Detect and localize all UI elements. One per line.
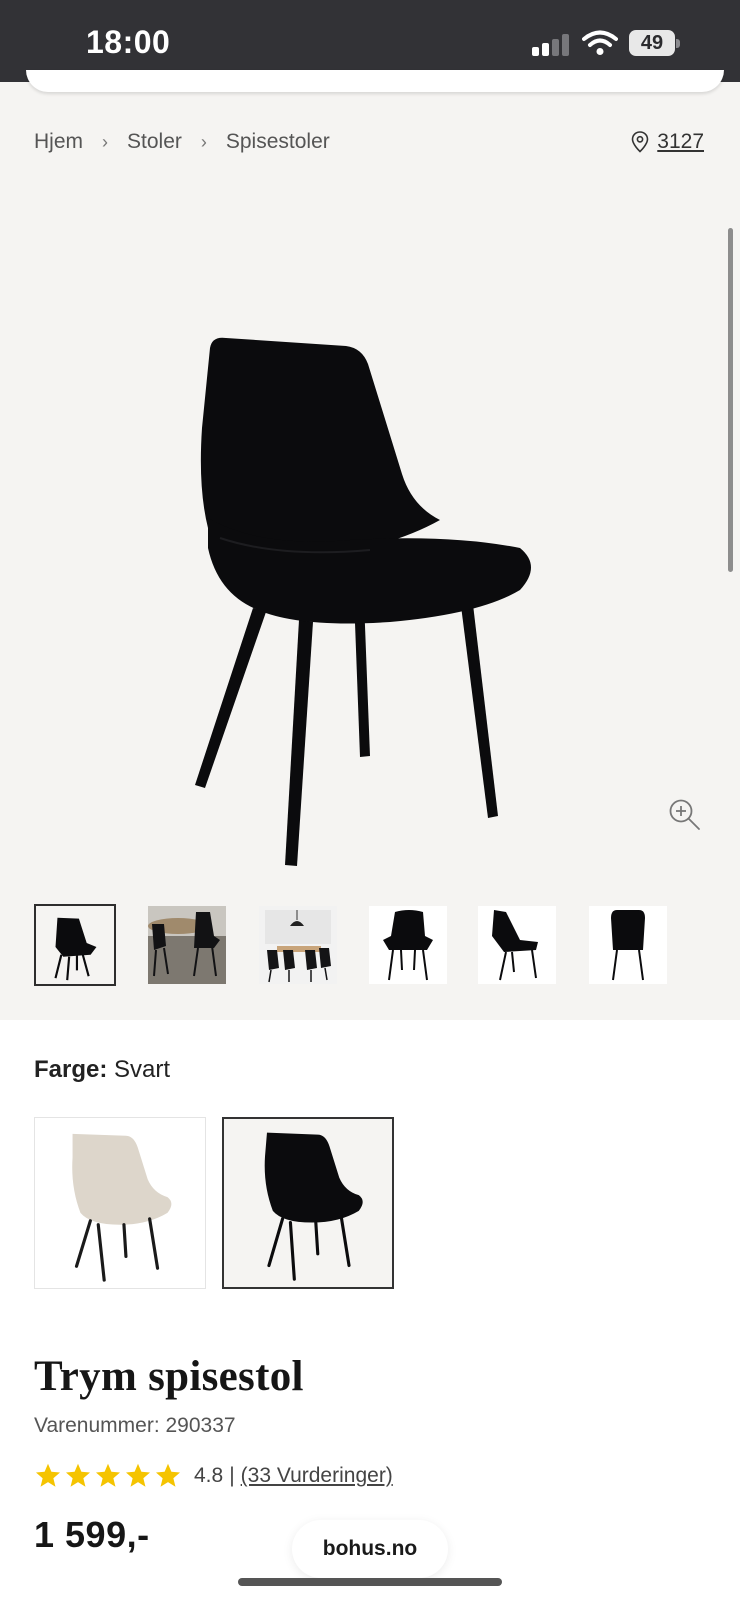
star-icon — [125, 1463, 151, 1487]
thumbnail-1[interactable] — [34, 904, 116, 986]
scrollbar[interactable] — [728, 228, 733, 572]
thumbnail-2[interactable] — [148, 906, 226, 984]
battery-level: 49 — [629, 30, 675, 56]
chevron-right-icon: › — [200, 131, 207, 152]
breadcrumb-home[interactable]: Hjem — [34, 130, 83, 154]
wifi-icon — [582, 30, 618, 55]
product-gallery: Hjem › Stoler › Spisestoler 3127 — [0, 70, 740, 1020]
rating-stars — [34, 1462, 182, 1490]
product-price: 1 599,- — [34, 1514, 150, 1555]
color-label: Farge: Svart — [34, 1056, 170, 1084]
product-main-image[interactable] — [150, 248, 590, 888]
color-swatch-black[interactable] — [222, 1117, 394, 1289]
product-rating: 4.8 | (33 Vurderinger) — [34, 1460, 393, 1492]
store-selector[interactable]: 3127 — [631, 126, 704, 158]
store-number[interactable]: 3127 — [657, 130, 704, 154]
thumbnail-3[interactable] — [259, 906, 337, 984]
star-icon — [65, 1463, 91, 1487]
star-icon — [95, 1463, 121, 1487]
breadcrumb-stoler[interactable]: Stoler — [127, 130, 182, 154]
status-time: 18:00 — [86, 24, 171, 60]
star-icon — [35, 1463, 61, 1487]
cellular-signal-icon — [532, 34, 572, 56]
color-label-title: Farge: — [34, 1056, 108, 1083]
thumbnail-4[interactable] — [369, 906, 447, 984]
thumbnail-6[interactable] — [589, 906, 667, 984]
color-value: Svart — [114, 1056, 171, 1083]
thumbnail-5[interactable] — [478, 906, 556, 984]
breadcrumb-spisestoler[interactable]: Spisestoler — [226, 130, 330, 154]
star-icon — [155, 1463, 181, 1487]
sheet-edge — [26, 70, 724, 92]
battery-icon: 49 — [629, 30, 680, 56]
browser-url-bar[interactable]: bohus.no — [292, 1520, 448, 1578]
breadcrumb: Hjem › Stoler › Spisestoler — [34, 126, 330, 158]
color-swatch-beige[interactable] — [34, 1117, 206, 1289]
rating-separator: | — [229, 1464, 235, 1487]
product-sku: Varenummer: 290337 — [34, 1414, 236, 1437]
home-indicator[interactable] — [238, 1578, 502, 1586]
zoom-in-icon[interactable] — [668, 798, 702, 832]
product-title: Trym spisestol — [34, 1353, 304, 1400]
rating-value: 4.8 — [194, 1464, 224, 1487]
location-pin-icon — [631, 131, 649, 153]
reviews-link[interactable]: (33 Vurderinger) — [241, 1464, 393, 1488]
chevron-right-icon: › — [102, 131, 109, 152]
